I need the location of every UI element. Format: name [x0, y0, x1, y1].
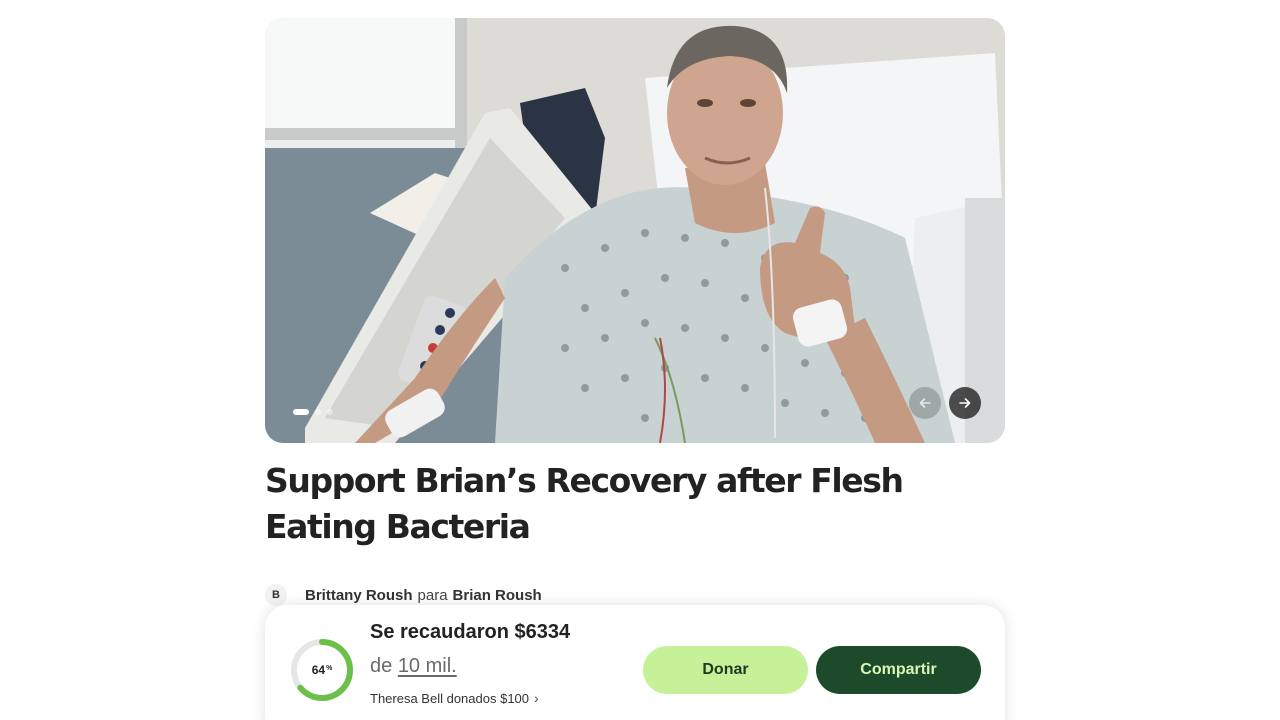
carousel-dot[interactable]	[315, 409, 321, 415]
arrow-left-icon	[919, 398, 931, 408]
progress-unit: %	[326, 665, 333, 672]
carousel-next-button[interactable]	[949, 387, 981, 419]
carousel-prev-button[interactable]	[909, 387, 941, 419]
organizer-avatar[interactable]: B	[265, 584, 287, 606]
carousel-dot[interactable]	[327, 409, 333, 415]
progress-ring: 64%	[289, 637, 355, 703]
beneficiary-name[interactable]: Brian Roush	[453, 587, 542, 604]
campaign-photo-carousel[interactable]	[265, 18, 1005, 443]
donation-card: 64% Se recaudaron $6334 de 10 mil. There…	[265, 605, 1005, 720]
recent-donation-link[interactable]: Theresa Bell donados $100 ›	[370, 690, 539, 706]
goal-line: de 10 mil.	[370, 655, 457, 678]
chevron-right-icon: ›	[534, 690, 539, 706]
organizer-connector: para	[417, 586, 448, 604]
organizer-line: B Brittany Roush para Brian Roush	[265, 583, 542, 607]
goal-prefix: de	[370, 655, 393, 677]
donate-button[interactable]: Donar	[643, 646, 808, 694]
arrow-right-icon	[959, 398, 971, 408]
organizer-name[interactable]: Brittany Roush	[305, 587, 413, 604]
share-button[interactable]: Compartir	[816, 646, 981, 694]
progress-value: 64	[311, 663, 326, 677]
carousel-indicators	[293, 409, 333, 415]
campaign-title: Support Brian’s Recovery after Flesh Eat…	[265, 461, 904, 546]
campaign-photo	[265, 18, 1005, 443]
progress-percent: 64%	[289, 637, 355, 703]
goal-amount: 10 mil.	[397, 655, 457, 677]
campaign-page: Support Brian’s Recovery after Flesh Eat…	[0, 0, 1280, 720]
carousel-dot-active[interactable]	[293, 409, 309, 415]
recent-donation-text: Theresa Bell donados $100	[370, 690, 530, 706]
amount-raised: Se recaudaron $6334	[370, 621, 571, 643]
